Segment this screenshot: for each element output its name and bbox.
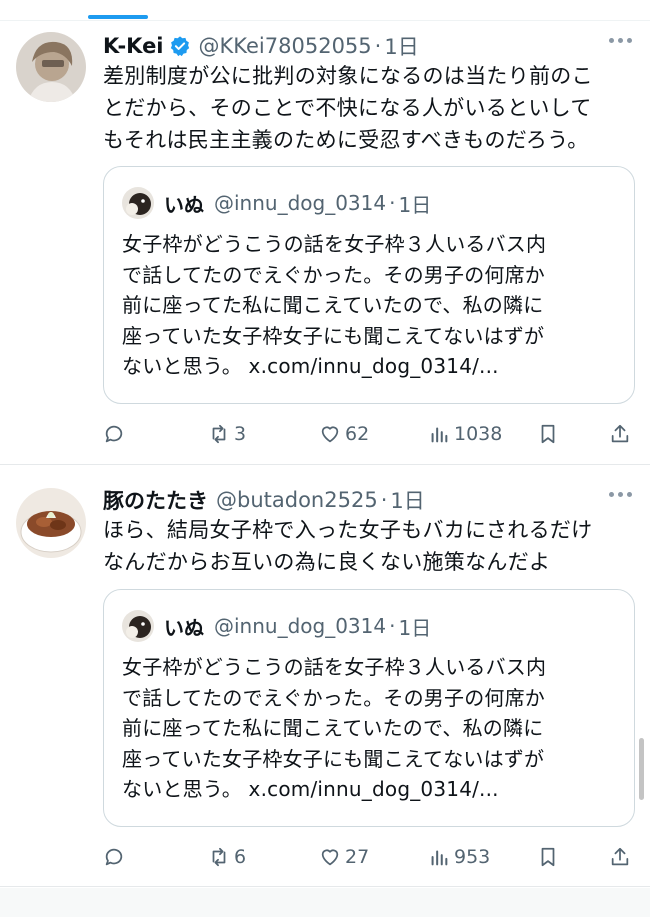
- active-tab-indicator: [88, 15, 148, 19]
- like-count: 62: [345, 423, 370, 445]
- tweet-divider: [0, 464, 650, 465]
- tweet-butadon[interactable]: 豚のたたき @butadon2525 · 1日 ほら、結局女子枠で入った女子もバ…: [0, 482, 650, 887]
- bookmark-button[interactable]: [537, 842, 559, 872]
- quoted-text-line: で話してたのでえぐかった。その男子の何席か: [122, 685, 545, 710]
- views-count: 953: [454, 846, 491, 868]
- handle[interactable]: @KKei78052055: [199, 34, 372, 58]
- retweet-button[interactable]: 6: [208, 842, 246, 872]
- quoted-text-line: ないと思う。 x.com/innu_dog_0314/...: [122, 777, 499, 801]
- share-button[interactable]: [609, 842, 631, 872]
- reply-button[interactable]: [103, 842, 129, 872]
- next-tweet-edge: [0, 888, 650, 917]
- tweet-divider: [0, 886, 650, 887]
- quoted-timestamp: 1日: [398, 192, 432, 217]
- like-button[interactable]: 27: [319, 842, 369, 872]
- quoted-tweet[interactable]: いぬ @innu_dog_0314 · 1日 女子枠がどうこうの話を女子枠３人い…: [103, 589, 635, 827]
- quoted-text-line: 女子枠がどうこうの話を女子枠３人いるバス内: [122, 655, 547, 679]
- tweet-text-line: とだから、そのことで不快になる人がいるといして: [103, 96, 592, 120]
- retweet-count: 6: [234, 846, 247, 868]
- timestamp[interactable]: 1日: [384, 31, 418, 61]
- separator: ·: [389, 614, 396, 638]
- quoted-tweet-text: 女子枠がどうこうの話を女子枠３人いるバス内 で話してたのでえぐかった。その男子の…: [122, 229, 622, 382]
- retweet-button[interactable]: 3: [208, 419, 246, 449]
- heart-icon: [319, 423, 341, 445]
- avatar[interactable]: [16, 488, 86, 558]
- reply-icon: [103, 846, 125, 868]
- bookmark-button[interactable]: [537, 419, 559, 449]
- verified-badge-icon: [169, 35, 191, 57]
- display-name[interactable]: K-Kei: [103, 34, 164, 58]
- tweet-text-line: ほら、結局女子枠で入った女子もバカにされるだけ: [103, 518, 593, 542]
- bookmark-icon: [537, 423, 559, 445]
- quoted-text-line: 前に座ってた私に聞こえていたので、私の隣に: [122, 293, 544, 317]
- tweet-text: ほら、結局女子枠で入った女子もバカにされるだけ なんだからお互いの為に良くない施…: [103, 514, 633, 578]
- share-button[interactable]: [609, 419, 631, 449]
- views-bar-chart-icon: [428, 423, 450, 445]
- retweet-count: 3: [234, 423, 247, 445]
- like-count: 27: [345, 846, 370, 868]
- heart-icon: [319, 846, 341, 868]
- views-bar-chart-icon: [428, 846, 450, 868]
- reply-button[interactable]: [103, 419, 129, 449]
- quoted-tweet-text: 女子枠がどうこうの話を女子枠３人いるバス内 で話してたのでえぐかった。その男子の…: [122, 652, 622, 805]
- quoted-text-line: ないと思う。 x.com/innu_dog_0314/...: [122, 354, 499, 378]
- quoted-text-line: で話してたのでえぐかった。その男子の何席か: [122, 262, 545, 287]
- tweet-actions: 6 27 953: [103, 842, 633, 872]
- quoted-text-line: 座っていた女子枠女子にも聞こえてないはずが: [122, 746, 545, 771]
- quoted-tweet-header: いぬ @innu_dog_0314 · 1日: [122, 187, 431, 219]
- retweet-icon: [208, 423, 230, 445]
- more-dots-icon[interactable]: [609, 492, 632, 497]
- tweet-actions: 3 62 1038: [103, 419, 633, 449]
- quoted-text-line: 前に座ってた私に聞こえていたので、私の隣に: [122, 716, 544, 740]
- more-dots-icon[interactable]: [609, 38, 632, 43]
- quoted-timestamp: 1日: [398, 615, 432, 640]
- tweet-header: K-Kei @KKei78052055 · 1日: [103, 28, 419, 64]
- separator: ·: [374, 34, 382, 58]
- tweet-text-line: なんだからお互いの為に良くない施策なんだよ: [103, 550, 551, 574]
- share-icon: [609, 423, 631, 445]
- separator: ·: [380, 488, 388, 512]
- tweet-text: 差別制度が公に批判の対象になるのは当たり前のこ とだから、そのことで不快になる人…: [103, 60, 633, 156]
- quoted-text-line: 女子枠がどうこうの話を女子枠３人いるバス内: [122, 232, 547, 256]
- quoted-display-name: いぬ: [164, 615, 204, 640]
- avatar: [122, 187, 154, 219]
- top-divider: [0, 20, 650, 21]
- avatar[interactable]: [16, 32, 86, 102]
- tweet-kkei[interactable]: K-Kei @KKei78052055 · 1日 差別制度が公に批判の対象になる…: [0, 28, 650, 462]
- quoted-display-name: いぬ: [164, 192, 204, 217]
- display-name[interactable]: 豚のたたき: [103, 485, 208, 515]
- retweet-icon: [208, 846, 230, 868]
- bookmark-icon: [537, 846, 559, 868]
- views-button[interactable]: 953: [428, 842, 490, 872]
- views-count: 1038: [454, 423, 503, 445]
- quoted-handle: @innu_dog_0314: [214, 614, 387, 638]
- tweet-text-line: もそれは民主主義のために受忍すべきものだろう。: [103, 128, 589, 152]
- views-button[interactable]: 1038: [428, 419, 502, 449]
- quoted-text-line: 座っていた女子枠女子にも聞こえてないはずが: [122, 323, 545, 348]
- quoted-handle: @innu_dog_0314: [214, 191, 387, 215]
- reply-icon: [103, 423, 125, 445]
- separator: ·: [389, 191, 396, 215]
- like-button[interactable]: 62: [319, 419, 369, 449]
- avatar: [122, 610, 154, 642]
- timestamp[interactable]: 1日: [390, 485, 424, 515]
- share-icon: [609, 846, 631, 868]
- scrollbar[interactable]: [639, 738, 644, 800]
- quoted-tweet[interactable]: いぬ @innu_dog_0314 · 1日 女子枠がどうこうの話を女子枠３人い…: [103, 166, 635, 404]
- quoted-tweet-header: いぬ @innu_dog_0314 · 1日: [122, 610, 431, 642]
- tweet-header: 豚のたたき @butadon2525 · 1日: [103, 482, 425, 518]
- tweet-text-line: 差別制度が公に批判の対象になるのは当たり前のこ: [103, 64, 593, 88]
- handle[interactable]: @butadon2525: [216, 488, 378, 512]
